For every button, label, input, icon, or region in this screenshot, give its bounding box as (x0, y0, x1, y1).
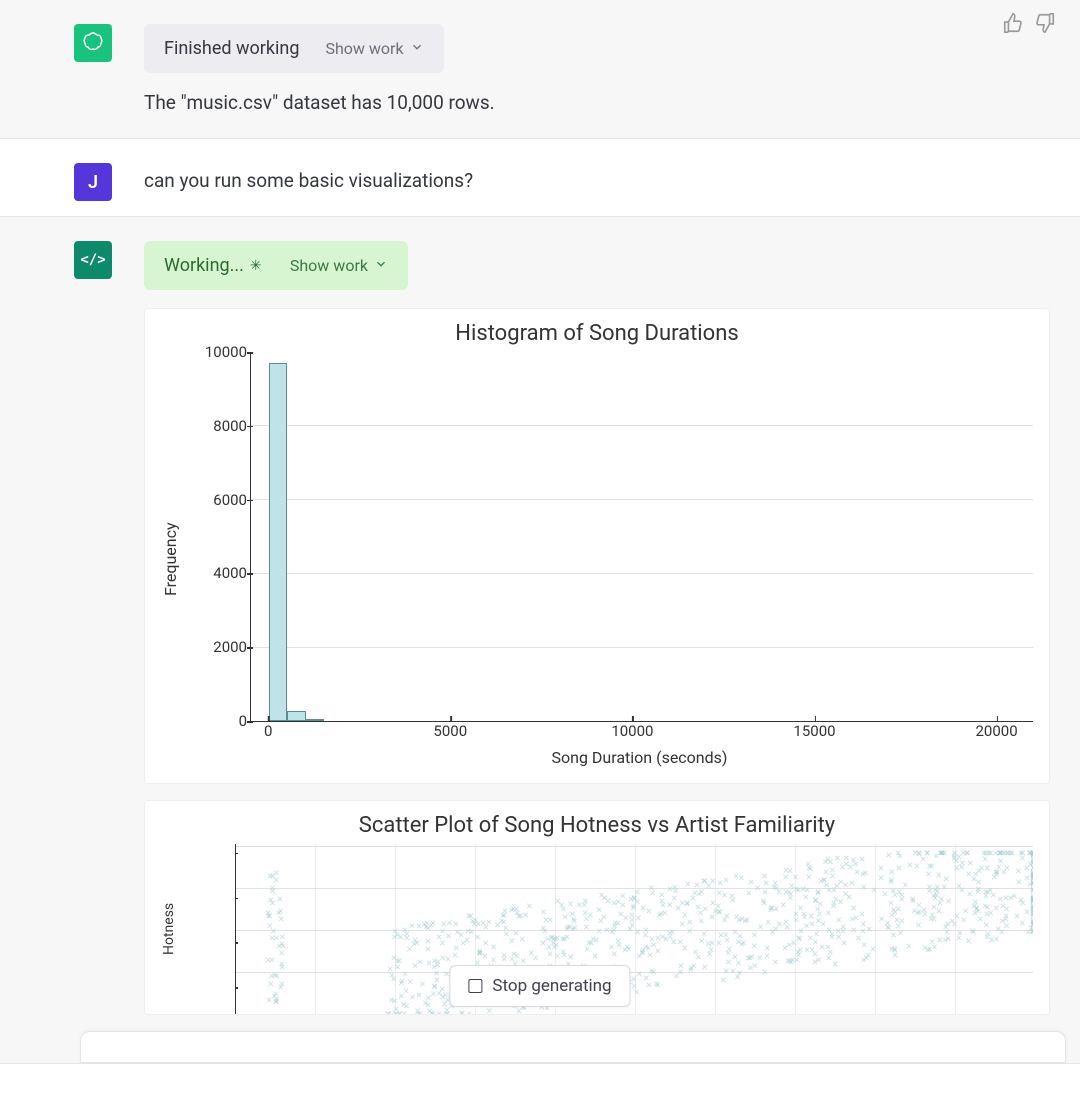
stop-icon (468, 979, 482, 993)
chart-title: Scatter Plot of Song Hotness vs Artist F… (161, 813, 1033, 838)
y-tick: 6000 (189, 491, 247, 509)
user-text: can you run some basic visualizations? (144, 163, 1050, 192)
x-tick: 20000 (976, 722, 1018, 740)
thumbs-up-icon[interactable] (1002, 12, 1024, 38)
y-tick: 2000 (189, 638, 247, 656)
spinner-icon (250, 259, 264, 273)
y-axis-label: Frequency (161, 352, 180, 767)
user-avatar: J (74, 163, 112, 201)
y-tick: 10000 (189, 343, 247, 361)
x-tick: 0 (264, 722, 272, 740)
chat-input-bar[interactable] (80, 1031, 1066, 1063)
show-work-toggle[interactable]: Show work (290, 256, 388, 275)
stop-generating-button[interactable]: Stop generating (449, 965, 630, 1007)
status-pill-finished[interactable]: Finished working Show work (144, 24, 444, 73)
histogram-chart: Histogram of Song Durations Frequency 02… (144, 308, 1050, 784)
y-tick: 0 (189, 712, 247, 730)
feedback-controls (1002, 12, 1056, 38)
chevron-down-icon (374, 256, 388, 275)
histogram-plot-area: 0200040006000800010000 (250, 352, 1033, 722)
x-axis-label: Song Duration (seconds) (246, 748, 1033, 767)
assistant-message-1: Finished working Show work The "music.cs… (0, 0, 1080, 139)
scatter-plot-area: 0.250.500.751.00 ×××××××××××××××××××××××… (235, 844, 1033, 1014)
histogram-bar (287, 711, 305, 721)
status-label: Finished working (164, 38, 299, 59)
status-label: Working... (164, 255, 264, 276)
assistant-response-text: The "music.csv" dataset has 10,000 rows. (144, 91, 1050, 114)
code-avatar-icon: </> (74, 241, 112, 279)
show-work-toggle[interactable]: Show work (325, 39, 423, 58)
x-tick: 15000 (793, 722, 835, 740)
histogram-bar (269, 363, 287, 721)
openai-avatar-icon (74, 24, 112, 62)
status-pill-working[interactable]: Working... Show work (144, 241, 408, 290)
histogram-bar (306, 719, 324, 721)
chart-title: Histogram of Song Durations (161, 321, 1033, 346)
x-tick: 10000 (611, 722, 653, 740)
y-tick: 4000 (189, 564, 247, 582)
user-message-1: J can you run some basic visualizations? (0, 139, 1080, 217)
x-tick: 5000 (433, 722, 467, 740)
chevron-down-icon (410, 39, 424, 58)
y-tick: 8000 (189, 417, 247, 435)
y-axis-label: Hotness (161, 844, 177, 1014)
thumbs-down-icon[interactable] (1034, 12, 1056, 38)
assistant-message-2: </> Working... Show work Histogram of So… (0, 217, 1080, 1064)
